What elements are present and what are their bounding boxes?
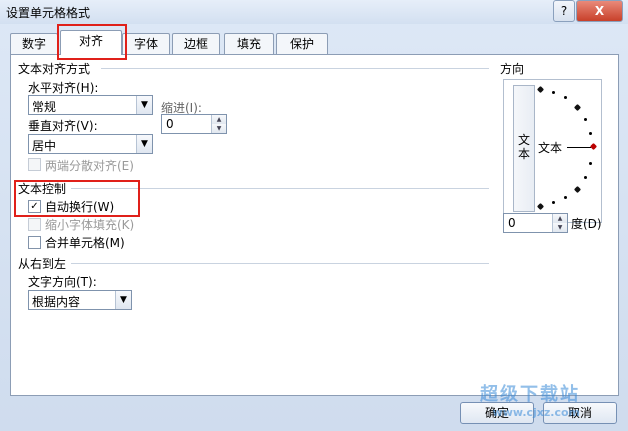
tab-font[interactable]: 字体 <box>122 33 170 54</box>
vertical-align-select[interactable]: 居中 ▼ <box>28 134 153 154</box>
format-cells-dialog: 设置单元格格式 ? X 数字 对齐 字体 边框 填充 保护 文本对齐方式 水平对… <box>0 0 628 431</box>
orientation-needle <box>567 147 591 148</box>
close-button[interactable]: X <box>576 0 623 22</box>
horizontal-align-label: 水平对齐(H): <box>28 81 99 95</box>
degrees-spinner[interactable]: 0 ▲ ▼ <box>503 213 568 233</box>
shrink-to-fit-label: 缩小字体填充(K) <box>45 218 135 232</box>
alignment-section-title: 文本对齐方式 <box>18 62 91 76</box>
orientation-box[interactable]: 文本 文本 <box>503 79 602 223</box>
orientation-dot <box>573 103 582 112</box>
spin-up-icon[interactable]: ▲ <box>553 214 567 223</box>
text-direction-select[interactable]: 根据内容 ▼ <box>28 290 132 310</box>
orientation-dot <box>589 162 592 165</box>
chevron-down-icon[interactable]: ▼ <box>136 135 152 153</box>
text-direction-label: 文字方向(T): <box>28 275 97 289</box>
indent-value: 0 <box>166 117 174 131</box>
tab-number[interactable]: 数字 <box>10 33 58 54</box>
horizontal-text-label: 文本 <box>538 141 563 155</box>
rtl-section-title: 从右到左 <box>18 257 67 271</box>
orientation-dot <box>573 185 582 194</box>
text-direction-value: 根据内容 <box>32 295 81 309</box>
degrees-value: 0 <box>508 216 516 230</box>
orientation-dot <box>552 201 555 204</box>
spin-down-icon[interactable]: ▼ <box>212 124 226 133</box>
orientation-handle[interactable] <box>589 142 598 151</box>
indent-spinner[interactable]: 0 ▲ ▼ <box>161 114 227 134</box>
watermark-url: www.cjxz.com <box>492 406 580 419</box>
title-bar: 设置单元格格式 ? X <box>0 0 628 24</box>
vertical-text-button[interactable]: 文本 <box>513 85 535 212</box>
tab-border[interactable]: 边框 <box>172 33 220 54</box>
vertical-align-value: 居中 <box>32 139 57 153</box>
spin-up-icon[interactable]: ▲ <box>212 115 226 124</box>
rtl-divider <box>71 263 489 264</box>
text-control-highlight-box <box>14 180 140 217</box>
chevron-down-icon[interactable]: ▼ <box>115 291 131 309</box>
distributed-checkbox[interactable] <box>28 158 41 171</box>
distributed-label: 两端分散对齐(E) <box>45 159 134 173</box>
tab-protection[interactable]: 保护 <box>276 33 328 54</box>
orientation-dot <box>564 96 567 99</box>
orientation-dot <box>536 202 545 211</box>
orientation-dot <box>552 91 555 94</box>
merge-cells-checkbox[interactable] <box>28 236 41 249</box>
orientation-dot <box>589 132 592 135</box>
shrink-to-fit-checkbox[interactable] <box>28 218 41 231</box>
degrees-label: 度(D) <box>571 217 602 231</box>
vertical-text-label: 文本 <box>517 133 530 161</box>
orientation-section-title: 方向 <box>500 62 525 76</box>
horizontal-align-value: 常规 <box>32 100 57 114</box>
alignment-divider <box>101 68 489 69</box>
watermark-text: 超级下载站 <box>480 384 580 405</box>
vertical-align-label: 垂直对齐(V): <box>28 119 98 133</box>
help-button[interactable]: ? <box>553 0 575 22</box>
tab-highlight-box <box>57 24 127 60</box>
merge-cells-label: 合并单元格(M) <box>45 236 125 250</box>
alignment-panel: 文本对齐方式 水平对齐(H): 常规 ▼ 缩进(I): 0 ▲ ▼ 垂直对齐(V… <box>10 54 619 396</box>
watermark-logo: 超级下载站 www.cjxz.com <box>480 380 580 419</box>
orientation-dot <box>564 196 567 199</box>
tab-fill[interactable]: 填充 <box>224 33 274 54</box>
chevron-down-icon[interactable]: ▼ <box>136 96 152 114</box>
window-title: 设置单元格格式 <box>6 6 91 20</box>
horizontal-align-select[interactable]: 常规 ▼ <box>28 95 153 115</box>
spin-down-icon[interactable]: ▼ <box>553 223 567 232</box>
orientation-dot <box>536 85 545 94</box>
orientation-dot <box>584 176 587 179</box>
orientation-dot <box>584 118 587 121</box>
